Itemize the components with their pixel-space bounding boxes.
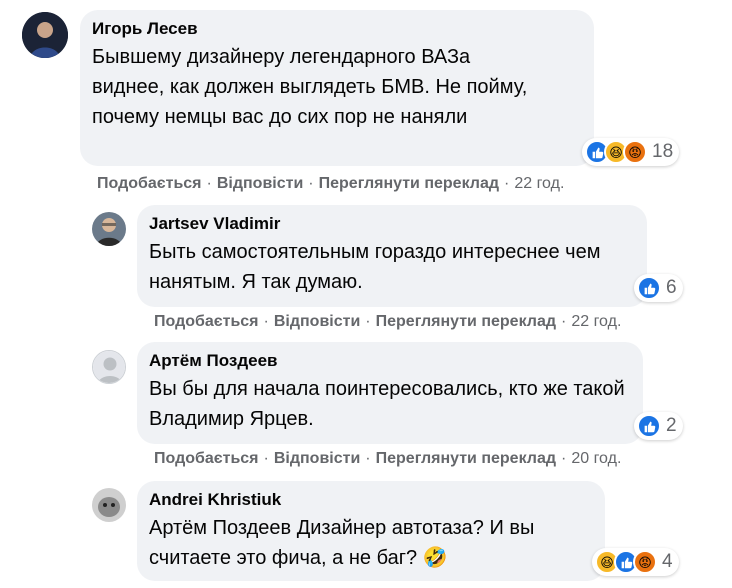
- avatar[interactable]: [92, 488, 126, 522]
- translate-link[interactable]: Переглянути переклад: [376, 313, 556, 330]
- timestamp[interactable]: 22 год.: [571, 313, 621, 330]
- separator: ·: [206, 175, 212, 192]
- angry-icon: 😡: [623, 140, 647, 164]
- like-link[interactable]: Подобається: [154, 313, 259, 330]
- reaction-count: 4: [662, 551, 673, 572]
- comment-text: Вы бы для начала поинтересовались, кто ж…: [149, 378, 625, 430]
- reply-link[interactable]: Відповісти: [274, 450, 360, 467]
- comment-bubble: Jartsev Vladimir Быть самостоятельным го…: [137, 205, 647, 307]
- translate-link[interactable]: Переглянути переклад: [319, 175, 499, 192]
- avatar[interactable]: [92, 350, 126, 384]
- reply-link[interactable]: Відповісти: [274, 313, 360, 330]
- like-icon: [637, 276, 661, 300]
- comment-author[interactable]: Jartsev Vladimir: [149, 213, 635, 235]
- comment-text: Бывшему дизайнеру легендарного ВАЗа видн…: [92, 46, 528, 128]
- reactions-summary[interactable]: 😆 😡 4: [592, 548, 679, 576]
- comment-text: Артём Поздеев Дизайнер автотаза? И вы сч…: [149, 517, 535, 569]
- separator: ·: [504, 175, 510, 192]
- separator: ·: [308, 175, 314, 192]
- separator: ·: [263, 313, 269, 330]
- comment-bubble: Andrei Khristiuk Артём Поздеев Дизайнер …: [137, 481, 605, 581]
- separator: ·: [561, 313, 567, 330]
- like-link[interactable]: Подобається: [97, 175, 202, 192]
- timestamp[interactable]: 20 год.: [571, 450, 621, 467]
- timestamp[interactable]: 22 год.: [514, 175, 564, 192]
- comment-bubble: Игорь Лесев Бывшему дизайнеру легендарно…: [80, 10, 594, 166]
- reactions-summary[interactable]: 2: [634, 412, 683, 440]
- reaction-count: 6: [666, 277, 677, 298]
- avatar[interactable]: [22, 12, 68, 58]
- translate-link[interactable]: Переглянути переклад: [376, 450, 556, 467]
- reaction-count: 18: [652, 141, 674, 162]
- separator: ·: [263, 450, 269, 467]
- comment-actions: Подобається · Відповісти · Переглянути перек…: [97, 175, 564, 193]
- reply-link[interactable]: Відповісти: [217, 175, 303, 192]
- comment-bubble: Артём Поздеев Вы бы для начала поинтерес…: [137, 342, 643, 444]
- comment-actions: Подобається · Відповісти · Переглянути перек…: [154, 313, 621, 331]
- comment-author[interactable]: Игорь Лесев: [92, 18, 582, 40]
- user-photo-icon: [92, 212, 126, 246]
- reactions-summary[interactable]: 😆 😡 18: [582, 138, 680, 166]
- user-photo-icon: [92, 488, 126, 522]
- comment-author[interactable]: Артём Поздеев: [149, 350, 631, 372]
- reaction-count: 2: [666, 415, 677, 436]
- separator: ·: [365, 450, 371, 467]
- reactions-summary[interactable]: 6: [634, 274, 683, 302]
- like-icon: [637, 414, 661, 438]
- avatar[interactable]: [92, 212, 126, 246]
- separator: ·: [561, 450, 567, 467]
- default-avatar-icon: [93, 351, 125, 383]
- like-link[interactable]: Подобається: [154, 450, 259, 467]
- comment-author[interactable]: Andrei Khristiuk: [149, 489, 593, 511]
- angry-icon: 😡: [633, 550, 657, 574]
- separator: ·: [365, 313, 371, 330]
- user-photo-icon: [22, 12, 68, 58]
- comment-actions: Подобається · Відповісти · Переглянути перек…: [154, 450, 621, 468]
- comment-text: Быть самостоятельным гораздо интереснее …: [149, 241, 601, 293]
